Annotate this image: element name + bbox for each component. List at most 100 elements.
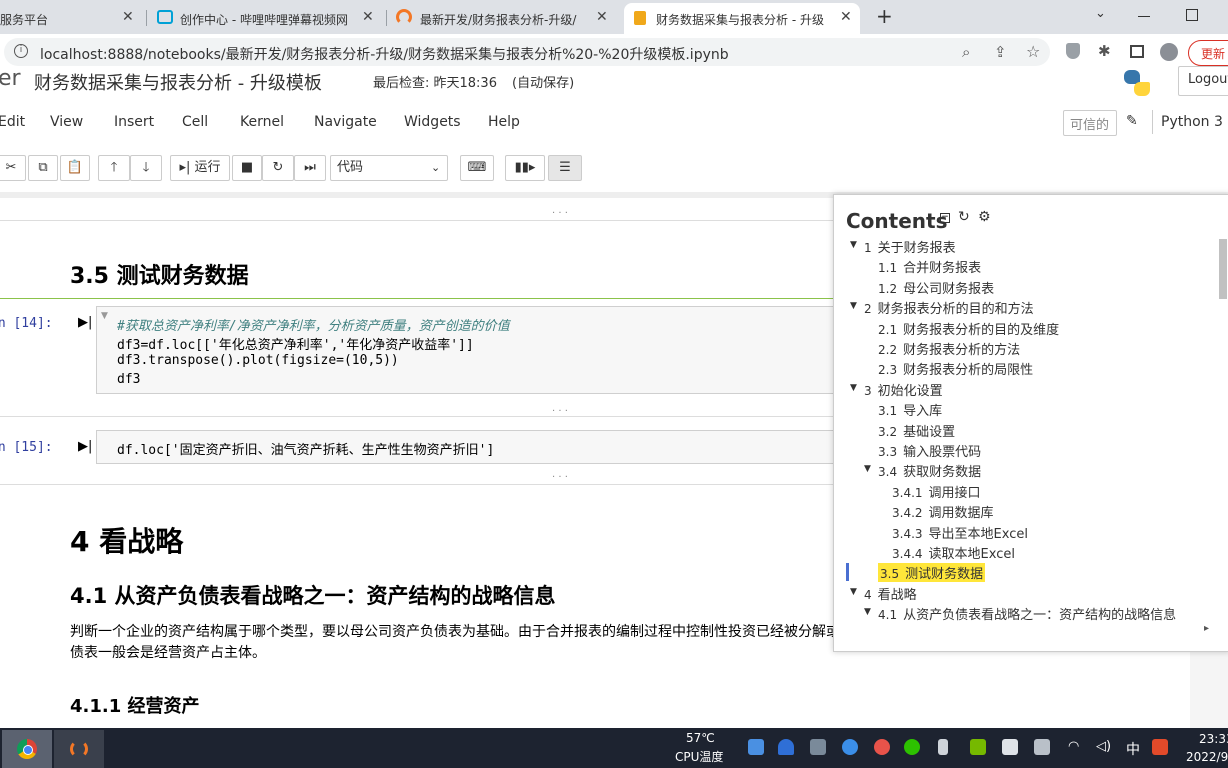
toc-item[interactable]: 3.4 获取财务数据: [878, 461, 981, 480]
volume-icon[interactable]: ◁): [1096, 739, 1111, 754]
collapsed-output[interactable]: · · ·: [552, 472, 568, 483]
toc-expand-caret-icon[interactable]: ▼: [850, 587, 857, 597]
toc-expand-caret-icon[interactable]: ▼: [850, 301, 857, 311]
logout-button[interactable]: Logout: [1178, 66, 1228, 96]
refresh-icon[interactable]: ↻: [958, 209, 970, 225]
wechat-icon[interactable]: [904, 739, 920, 755]
shield-extension-icon[interactable]: [1066, 43, 1080, 59]
tab-jupyter-tree[interactable]: 最新开发/财务报表分析-升级/ ✕: [390, 3, 620, 34]
menu-view[interactable]: View: [50, 114, 83, 130]
copy-button[interactable]: ⧉: [28, 155, 58, 181]
toc-toggle-button[interactable]: ☰: [548, 155, 582, 181]
ime-mode-icon[interactable]: [1034, 739, 1050, 755]
toc-expand-caret-icon[interactable]: ▼: [850, 383, 857, 393]
toc-item[interactable]: 2.3 财务报表分析的局限性: [878, 359, 1033, 378]
cell-type-select[interactable]: 代码 ⌄: [330, 155, 448, 181]
gear-icon[interactable]: ⚙: [978, 209, 991, 225]
menu-navigate[interactable]: Navigate: [314, 114, 377, 130]
move-down-button[interactable]: 🡓: [130, 155, 162, 181]
taskbar-jupyter[interactable]: [54, 730, 104, 768]
close-icon[interactable]: ✕: [362, 9, 374, 25]
collapsed-output[interactable]: · · ·: [552, 208, 568, 219]
minimize-icon[interactable]: [1138, 16, 1150, 17]
tab-service-platform[interactable]: 服务平台 ✕: [0, 3, 145, 34]
paste-button[interactable]: 📋: [60, 155, 90, 181]
toc-expand-caret-icon[interactable]: ▼: [864, 607, 871, 617]
bookmark-star-icon[interactable]: ☆: [1026, 42, 1040, 61]
ime-indicator[interactable]: 中: [1126, 739, 1140, 759]
restart-run-all-button[interactable]: ⏭: [294, 155, 326, 181]
site-info-icon[interactable]: i: [14, 44, 28, 58]
menu-edit[interactable]: Edit: [0, 114, 25, 130]
toc-expand-caret-icon[interactable]: ▼: [864, 464, 871, 474]
usb-icon[interactable]: [938, 739, 948, 755]
run-cell-icon[interactable]: ▶|: [78, 439, 92, 454]
clock-date[interactable]: 2022/9/: [1186, 750, 1228, 764]
tray-network-app-icon[interactable]: [842, 739, 858, 755]
close-icon[interactable]: ✕: [122, 9, 134, 25]
zoom-icon[interactable]: ⌕: [962, 43, 970, 61]
toc-item[interactable]: 3.1 导入库: [878, 400, 942, 419]
profile-avatar-icon[interactable]: [1160, 43, 1178, 61]
clock-time[interactable]: 23:33: [1199, 732, 1228, 746]
menu-cell[interactable]: Cell: [182, 114, 208, 130]
command-palette-button[interactable]: ⌨: [460, 155, 494, 181]
toc-item[interactable]: 3.4.4 读取本地Excel: [892, 543, 1015, 562]
run-button[interactable]: ▸| 运行: [170, 155, 230, 181]
toc-item[interactable]: 3.2 基础设置: [878, 421, 955, 440]
extensions-puzzle-icon[interactable]: ✱: [1098, 42, 1111, 60]
menu-insert[interactable]: Insert: [114, 114, 154, 130]
tray-user-icon[interactable]: [810, 739, 826, 755]
toc-scroll-right-icon[interactable]: ▸: [1204, 623, 1209, 634]
toc-item[interactable]: 4 看战略: [864, 584, 917, 603]
tray-flower-icon[interactable]: [874, 739, 890, 755]
restart-button[interactable]: ↻: [262, 155, 294, 181]
toc-scrollbar-thumb[interactable]: [1219, 239, 1227, 299]
run-cell-icon[interactable]: ▶|: [78, 315, 92, 330]
toc-item[interactable]: 3.3 输入股票代码: [878, 441, 981, 460]
notebook-title[interactable]: 财务数据采集与报表分析 - 升级模板: [34, 69, 322, 95]
trusted-indicator[interactable]: 可信的: [1063, 110, 1117, 136]
restore-icon[interactable]: [1186, 9, 1198, 21]
menu-kernel[interactable]: Kernel: [240, 114, 284, 130]
collapse-caret-icon[interactable]: ▼: [101, 311, 108, 321]
toc-item[interactable]: 3.4.1 调用接口: [892, 482, 981, 501]
toc-item[interactable]: 3 初始化设置: [864, 380, 943, 399]
close-icon[interactable]: ✕: [596, 9, 608, 25]
toc-item[interactable]: 2.1 财务报表分析的目的及维度: [878, 319, 1059, 338]
interrupt-button[interactable]: ■: [232, 155, 262, 181]
menu-help[interactable]: Help: [488, 114, 520, 130]
toc-item[interactable]: 1.1 合并财务报表: [878, 257, 981, 276]
capture-icon[interactable]: [1002, 739, 1018, 755]
toc-item[interactable]: 1.2 母公司财务报表: [878, 278, 994, 297]
share-icon[interactable]: ⇪: [994, 43, 1007, 61]
toc-item[interactable]: 3.5 测试财务数据: [878, 563, 986, 583]
nvidia-icon[interactable]: [970, 739, 986, 755]
bottles-extension-button[interactable]: ▮▮▸: [505, 155, 545, 181]
tray-app-icon[interactable]: [748, 739, 764, 755]
side-panel-icon[interactable]: [1130, 45, 1144, 58]
menu-widgets[interactable]: Widgets: [404, 114, 461, 130]
wifi-icon[interactable]: ◠: [1068, 739, 1079, 754]
new-tab-button[interactable]: +: [876, 4, 893, 28]
toc-expand-caret-icon[interactable]: ▼: [850, 240, 857, 250]
move-up-button[interactable]: 🡑: [98, 155, 130, 181]
taskbar-chrome[interactable]: [2, 730, 52, 768]
tab-bilibili[interactable]: 创作中心 - 哔哩哔哩弹幕视频网 ✕: [150, 3, 385, 34]
toc-item[interactable]: 4.1 从资产负债表看战略之一：资产结构的战略信息: [878, 604, 1176, 623]
collapse-icon[interactable]: −: [940, 213, 950, 223]
tab-search-icon[interactable]: ⌄: [1095, 6, 1106, 21]
toc-item[interactable]: 3.4.3 导出至本地Excel: [892, 523, 1028, 542]
close-icon[interactable]: ✕: [840, 9, 852, 25]
edit-pencil-icon[interactable]: ✎: [1126, 113, 1138, 129]
url-text[interactable]: localhost:8888/notebooks/最新开发/财务报表分析-升级/…: [40, 44, 729, 64]
cut-button[interactable]: ✂: [0, 155, 26, 181]
update-button[interactable]: 更新: [1188, 40, 1228, 66]
toc-item[interactable]: 3.4.2 调用数据库: [892, 502, 994, 521]
tab-notebook-active[interactable]: 财务数据采集与报表分析 - 升级 ✕: [624, 3, 860, 34]
toc-item[interactable]: 2 财务报表分析的目的和方法: [864, 298, 1034, 317]
tray-shield-icon[interactable]: [778, 739, 794, 755]
toc-item[interactable]: 2.2 财务报表分析的方法: [878, 339, 1020, 358]
sogou-icon[interactable]: [1152, 739, 1168, 755]
toc-item[interactable]: 1 关于财务报表: [864, 237, 956, 256]
